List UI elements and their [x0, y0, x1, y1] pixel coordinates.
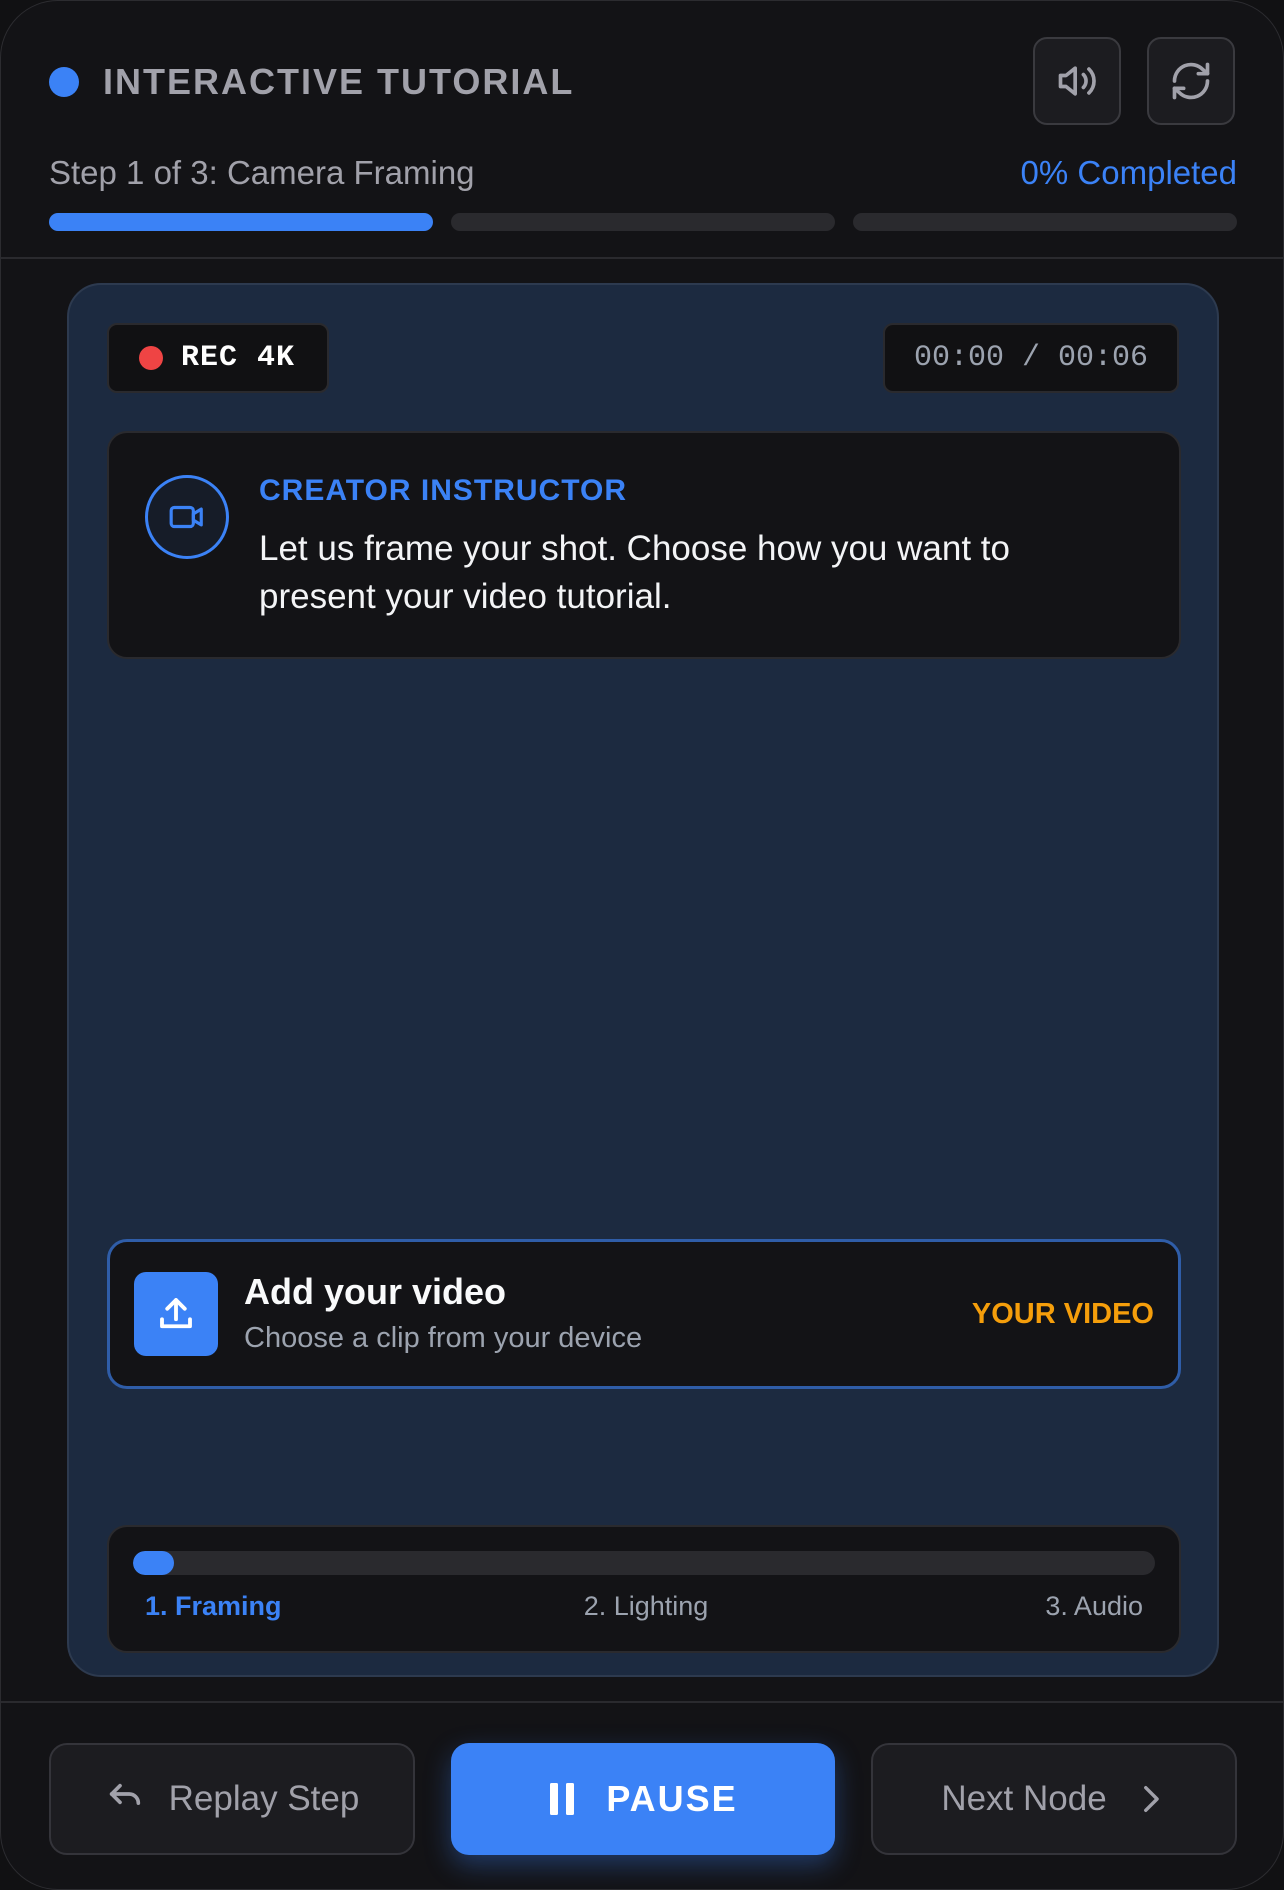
instructor-message: Let us frame your shot. Choose how you w…: [259, 529, 1010, 616]
record-dot-icon: [139, 346, 163, 370]
chevron-right-icon: [1143, 1785, 1159, 1813]
step-timeline: 1. Framing 2. Lighting 3. Audio: [107, 1525, 1181, 1653]
video-camera-icon: [169, 505, 203, 529]
timeline-track[interactable]: [133, 1551, 1155, 1575]
step-label: Step 1 of 3: Camera Framing: [49, 154, 475, 191]
upload-icon: [134, 1272, 218, 1356]
undo-icon: [109, 1783, 140, 1805]
pause-button[interactable]: PAUSE: [451, 1743, 835, 1855]
upload-title: Add your video: [244, 1271, 507, 1312]
status-dot: [49, 67, 79, 97]
refresh-button[interactable]: [1147, 37, 1235, 125]
replay-step-button[interactable]: Replay Step: [49, 1743, 415, 1855]
instructor-card: CREATOR INSTRUCTOR Let us frame your sho…: [107, 431, 1181, 659]
playback-timer: 00:00 / 00:06: [883, 323, 1179, 393]
video-preview-panel: REC 4K 00:00 / 00:06 CREATOR INSTRUCTOR …: [67, 283, 1219, 1677]
instructor-avatar: [145, 475, 229, 559]
timeline-progress: [133, 1551, 174, 1575]
speaker-icon: [1058, 66, 1096, 96]
step-segment-1: [49, 213, 433, 231]
next-node-button[interactable]: Next Node: [871, 1743, 1237, 1855]
rec-badge: REC 4K: [107, 323, 329, 393]
instructor-role: CREATOR INSTRUCTOR: [259, 474, 628, 507]
timeline-label-lighting[interactable]: 2. Lighting: [109, 1589, 1183, 1623]
pause-icon: [550, 1783, 575, 1815]
next-node-label: Next Node: [941, 1779, 1107, 1818]
step-segment-3: [853, 213, 1237, 231]
tutorial-header: INTERACTIVE TUTORIAL Step 1 of 3: Camera…: [1, 1, 1283, 259]
page-title: INTERACTIVE TUTORIAL: [103, 61, 575, 102]
add-video-button[interactable]: Add your video Choose a clip from your d…: [107, 1239, 1181, 1389]
pause-label: PAUSE: [606, 1778, 738, 1819]
completion-label: 0% Completed: [1020, 154, 1237, 191]
control-bar: Replay Step PAUSE Next Node: [1, 1701, 1283, 1889]
step-segment-2: [451, 213, 835, 231]
tutorial-window: INTERACTIVE TUTORIAL Step 1 of 3: Camera…: [0, 0, 1284, 1890]
replay-step-label: Replay Step: [168, 1779, 360, 1818]
sound-button[interactable]: [1033, 37, 1121, 125]
upload-subtitle: Choose a clip from your device: [244, 1322, 643, 1354]
upload-tag: YOUR VIDEO: [971, 1298, 1154, 1330]
refresh-icon: [1172, 62, 1210, 100]
timeline-label-audio[interactable]: 3. Audio: [1045, 1589, 1143, 1623]
rec-label: REC 4K: [181, 341, 296, 375]
